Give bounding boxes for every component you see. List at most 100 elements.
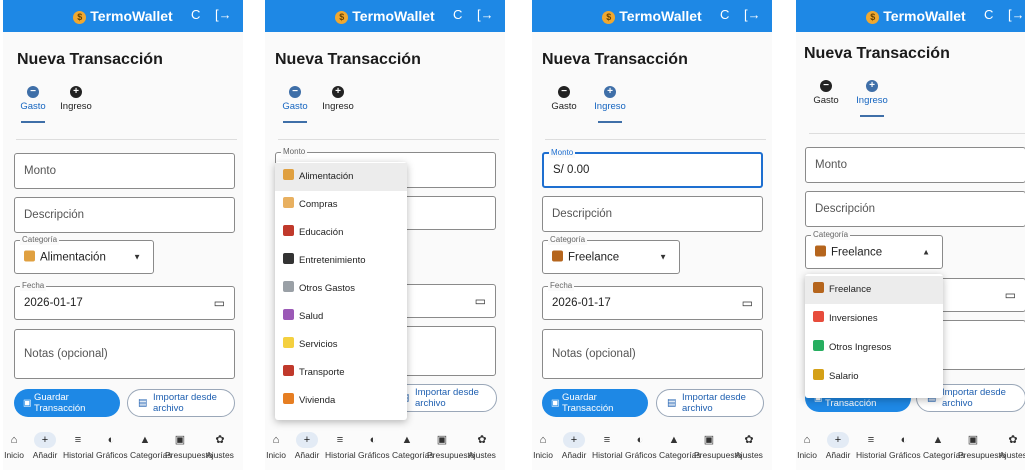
logout-icon[interactable]: [→ [215,7,232,22]
house-icon [283,393,294,404]
nav-anadir[interactable]: + Añadir [559,432,589,460]
minus-icon: − [820,80,832,92]
nav-anadir[interactable]: + Añadir [823,432,853,460]
nav-historial[interactable]: ≡ Historial [592,432,623,460]
monto-input[interactable]: Monto S/ 0.00 [542,148,763,188]
logout-icon[interactable]: [→ [744,7,761,22]
nav-historial[interactable]: ≡ Historial [325,432,356,460]
descripcion-input[interactable]: Descripción [542,196,763,232]
categoria-select[interactable]: Categoría Freelance ▼ [542,235,680,274]
notas-input[interactable]: Notas (opcional) [14,329,235,379]
nav-inicio[interactable]: ⌂ Inicio [3,432,29,460]
save-button[interactable]: ▣Guardar Transacción [542,389,648,417]
nav-categorias[interactable]: ▲ Categorías [659,432,701,460]
calendar-icon[interactable]: ▭ [475,294,486,308]
monto-input[interactable]: Monto [14,153,235,189]
nav-historial[interactable]: ≡ Historial [856,432,887,460]
nav-graficos[interactable]: ◐ Gráficos [625,432,657,460]
logout-icon[interactable]: [→ [1008,7,1025,22]
menu-item-vivienda[interactable]: Vivienda [275,387,407,415]
wallet-logo-icon: $ [602,11,616,24]
refresh-icon[interactable]: C [984,7,993,22]
categoria-label: Categoría [20,235,60,245]
briefcase-icon [815,245,826,257]
logout-icon[interactable]: [→ [477,7,494,22]
calendar-icon[interactable]: ▭ [742,296,753,310]
import-button-label: Importar desde archivo [153,392,217,414]
save-button[interactable]: ▣Guardar Transacción [14,389,120,417]
nav-presupuesto[interactable]: ▣ Presupuesto [694,432,742,460]
tab-ingreso[interactable]: + Ingreso [320,86,356,112]
fecha-input[interactable]: Fecha 2026-01-17 ▭ [14,281,235,320]
refresh-icon[interactable]: C [453,7,462,22]
nav-inicio[interactable]: ⌂ Inicio [796,432,822,460]
wallet-logo-icon: $ [335,11,349,24]
menu-item-salario[interactable]: Salario [805,363,943,391]
menu-item-educacion[interactable]: Educación [275,219,407,247]
nav-categorias[interactable]: ▲ Categorías [923,432,965,460]
calendar-icon[interactable]: ▭ [214,296,225,310]
menu-item-otros-ingresos[interactable]: Otros Ingresos [805,334,943,362]
menu-item-entretenimiento[interactable]: Entretenimiento [275,247,407,275]
menu-item-compras[interactable]: Compras [275,191,407,219]
menu-item-otros-gastos[interactable]: Otros Gastos [275,275,407,303]
nav-graficos[interactable]: ◐ Gráficos [358,432,390,460]
tab-ingreso[interactable]: + Ingreso [854,80,890,106]
save-icon: ▣ [23,397,32,408]
tab-label: Gasto [551,101,577,112]
nav-anadir[interactable]: + Añadir [292,432,322,460]
divider [278,139,499,140]
import-button[interactable]: ▤ Importar desde archivo [127,389,235,417]
nav-presupuesto[interactable]: ▣ Presupuesto [427,432,475,460]
tab-gasto[interactable]: − Gasto [808,80,844,106]
nav-ajustes[interactable]: ✿ Ajustes [467,432,497,460]
tab-gasto[interactable]: − Gasto [546,86,582,112]
tab-indicator [283,121,307,123]
monto-input[interactable]: Monto [805,147,1025,183]
categoria-select[interactable]: Categoría Alimentación ▼ [14,235,154,274]
calendar-icon[interactable]: ▭ [1005,288,1016,302]
menu-item-inversiones[interactable]: Inversiones [805,305,943,333]
menu-item-transporte[interactable]: Transporte [275,359,407,387]
nav-label: Historial [63,450,94,460]
tab-gasto[interactable]: − Gasto [15,86,51,112]
nav-ajustes[interactable]: ✿ Ajustes [734,432,764,460]
descripcion-input[interactable]: Descripción [14,197,235,233]
refresh-icon[interactable]: C [191,7,200,22]
tab-ingreso[interactable]: + Ingreso [58,86,94,112]
nav-graficos[interactable]: ◐ Gráficos [96,432,128,460]
refresh-icon[interactable]: C [720,7,729,22]
screen-income: $ TermoWallet C [→ Nueva Transacción − Gas… [532,0,772,470]
menu-item-freelance[interactable]: Freelance [805,276,943,304]
menu-item-servicios[interactable]: Servicios [275,331,407,359]
tab-ingreso[interactable]: + Ingreso [592,86,628,112]
divider [16,139,237,140]
nav-inicio[interactable]: ⌂ Inicio [532,432,558,460]
nav-ajustes[interactable]: ✿ Ajustes [205,432,235,460]
nav-graficos[interactable]: ◐ Gráficos [889,432,921,460]
notas-input[interactable]: Notas (opcional) [542,329,763,379]
file-icon: ▤ [138,397,148,409]
fecha-input[interactable]: Fecha 2026-01-17 ▭ [542,281,763,320]
nav-inicio[interactable]: ⌂ Inicio [265,432,291,460]
categoria-select[interactable]: Categoría Freelance ▲ [805,230,943,269]
descripcion-input[interactable]: Descripción [805,191,1025,227]
nav-categorias[interactable]: ▲ Categorías [392,432,434,460]
menu-item-salud[interactable]: Salud [275,303,407,331]
menu-item-alimentacion[interactable]: Alimentación [275,163,407,191]
tab-gasto[interactable]: − Gasto [277,86,313,112]
nav-label: Gráficos [889,450,921,460]
nav-historial[interactable]: ≡ Historial [63,432,94,460]
nav-label: Historial [592,450,623,460]
nav-presupuesto[interactable]: ▣ Presupuesto [165,432,213,460]
chevron-down-icon: ▼ [659,252,667,262]
nav-anadir[interactable]: + Añadir [30,432,60,460]
nav-ajustes[interactable]: ✿ Ajustes [998,432,1025,460]
import-button[interactable]: ▤ Importar desde archivo [656,389,764,417]
nav-categorias[interactable]: ▲ Categorías [130,432,172,460]
tab-label: Gasto [813,95,839,106]
nav-presupuesto[interactable]: ▣ Presupuesto [958,432,1006,460]
notas-placeholder: Notas (opcional) [552,348,636,360]
file-icon: ▤ [667,397,677,409]
gamepad-icon [283,253,294,264]
